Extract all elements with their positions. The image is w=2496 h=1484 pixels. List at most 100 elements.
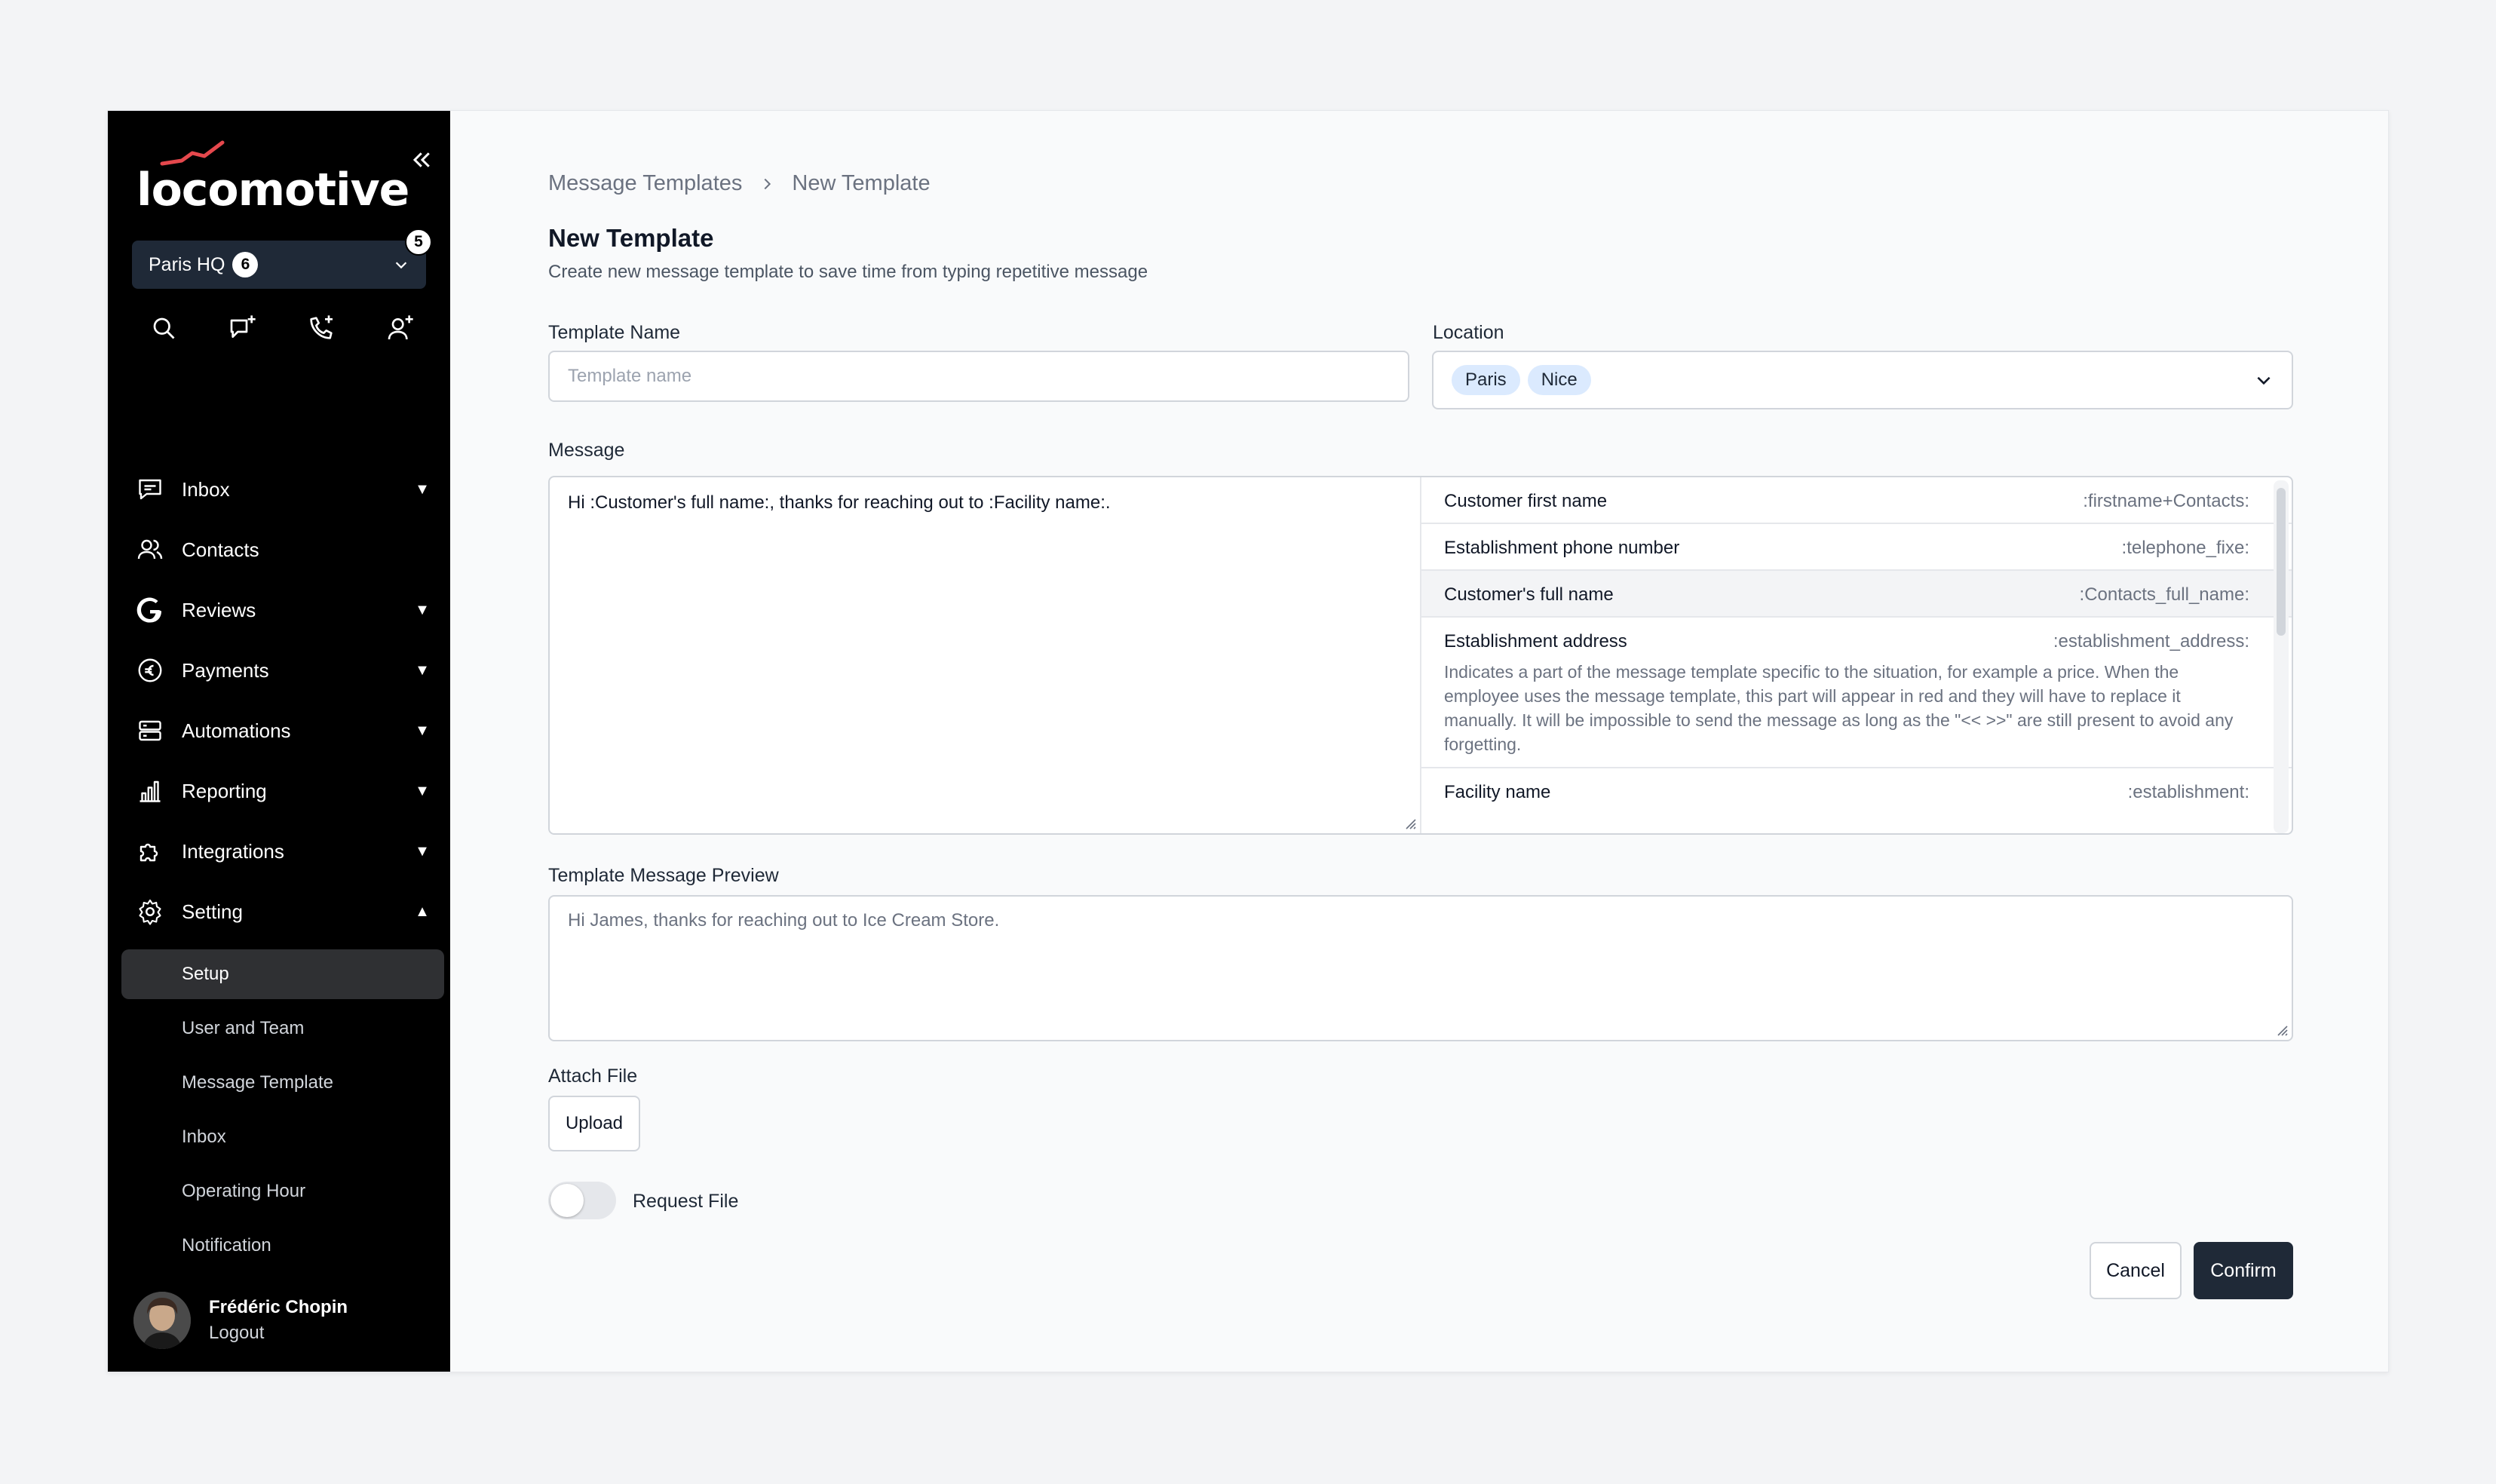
location-switcher[interactable]: Paris HQ 6: [132, 241, 426, 289]
sidebar-item-reporting[interactable]: Reporting ▼: [129, 761, 438, 821]
sidebar-item-label: Inbox: [182, 477, 230, 501]
resize-grip-icon[interactable]: [1400, 814, 1417, 830]
caret-down-icon: ▼: [415, 480, 430, 498]
quick-actions: [144, 308, 420, 348]
user-name: Frédéric Chopin: [209, 1297, 348, 1317]
page-subtitle: Create new message template to save time…: [548, 262, 1148, 282]
submenu-item-user-and-team[interactable]: User and Team: [121, 1004, 444, 1053]
setting-submenu: Setup User and Team Message Template Inb…: [121, 949, 444, 1275]
gear-icon: [135, 897, 165, 927]
avatar[interactable]: [133, 1292, 191, 1349]
message-label: Message: [548, 440, 625, 461]
caret-down-icon: ▼: [415, 601, 430, 618]
location-count-badge: 6: [232, 252, 259, 277]
sidebar-item-contacts[interactable]: Contacts: [129, 520, 438, 580]
locomotive-logo: locomotive: [136, 136, 409, 219]
variable-option[interactable]: Customer first name:firstname+Contacts:: [1421, 477, 2292, 524]
sidebar-item-label: Payments: [182, 658, 269, 682]
puzzle-icon: [135, 836, 165, 866]
sidebar-item-label: Setting: [182, 900, 243, 923]
template-name-label: Template Name: [548, 322, 681, 343]
contacts-icon: [135, 535, 165, 565]
chart-icon: [135, 776, 165, 806]
logo-text: locomotive: [136, 164, 409, 216]
location-chip-nice[interactable]: Nice: [1527, 365, 1591, 395]
template-name-input[interactable]: [548, 351, 1409, 402]
caret-down-icon: ▼: [415, 661, 430, 679]
request-file-label: Request File: [633, 1191, 739, 1212]
sidebar-item-automations[interactable]: Automations ▼: [129, 701, 438, 761]
location-select[interactable]: Paris Nice: [1432, 351, 2293, 409]
variable-option[interactable]: Establishment address:establishment_addr…: [1421, 618, 2292, 768]
variable-option[interactable]: Customer's full name:Contacts_full_name:: [1421, 571, 2292, 618]
preview-label: Template Message Preview: [548, 865, 779, 886]
upload-button[interactable]: Upload: [548, 1096, 640, 1151]
caret-down-icon: ▼: [415, 842, 430, 860]
new-message-button[interactable]: [223, 308, 262, 348]
breadcrumb: Message Templates New Template: [548, 171, 931, 196]
breadcrumb-link-message-templates[interactable]: Message Templates: [548, 171, 742, 196]
user-profile: Frédéric Chopin Logout: [133, 1292, 348, 1349]
chevron-right-icon: [764, 178, 771, 189]
request-file-toggle[interactable]: [548, 1182, 616, 1219]
sidebar-item-label: Reviews: [182, 598, 256, 621]
page-title: New Template: [548, 224, 714, 252]
collapse-sidebar-button[interactable]: [403, 141, 441, 179]
submenu-item-message-template[interactable]: Message Template: [121, 1058, 444, 1108]
submenu-item-setup[interactable]: Setup: [121, 949, 444, 999]
location-chip-paris[interactable]: Paris: [1452, 365, 1520, 395]
logout-link[interactable]: Logout: [209, 1323, 348, 1344]
message-editor: Hi :Customer's full name:, thanks for re…: [548, 476, 2293, 835]
variable-list: Customer first name:firstname+Contacts: …: [1421, 477, 2292, 833]
scrollbar-thumb[interactable]: [2277, 488, 2286, 636]
location-label: Location: [1433, 322, 1504, 343]
sidebar-item-label: Integrations: [182, 839, 284, 863]
confirm-button[interactable]: Confirm: [2194, 1242, 2293, 1299]
sidebar-item-setting[interactable]: Setting ▲: [129, 882, 438, 942]
new-call-icon: [310, 315, 333, 339]
chat-icon: [135, 474, 165, 504]
google-icon: [135, 595, 165, 625]
caret-down-icon: ▼: [415, 782, 430, 799]
sidebar-item-label: Automations: [182, 719, 291, 742]
submenu-item-operating-hour[interactable]: Operating Hour: [121, 1167, 444, 1216]
toggle-knob: [550, 1184, 584, 1217]
variable-description: Indicates a part of the message template…: [1444, 662, 2234, 754]
message-text: Hi :Customer's full name:, thanks for re…: [568, 492, 1111, 513]
app-window: locomotive Paris HQ 6 5 Inbox ▼ Contacts…: [107, 110, 2389, 1372]
sidebar-item-integrations[interactable]: Integrations ▼: [129, 821, 438, 882]
location-name: Paris HQ: [149, 253, 225, 275]
breadcrumb-current: New Template: [792, 171, 931, 195]
automation-icon: [135, 716, 165, 746]
submenu-item-notification[interactable]: Notification: [121, 1221, 444, 1271]
sidebar-item-inbox[interactable]: Inbox ▼: [129, 459, 438, 520]
variable-option[interactable]: Establishment phone number:telephone_fix…: [1421, 524, 2292, 571]
new-call-button[interactable]: [302, 308, 341, 348]
add-contact-icon: [388, 315, 413, 340]
caret-up-icon: ▲: [415, 903, 430, 920]
sidebar: locomotive Paris HQ 6 5 Inbox ▼ Contacts…: [108, 111, 450, 1372]
search-icon: [153, 317, 175, 339]
chevron-down-icon: [395, 262, 407, 269]
new-message-icon: [230, 315, 256, 338]
double-chevron-left-icon: [412, 152, 430, 167]
template-preview: Hi James, thanks for reaching out to Ice…: [548, 895, 2293, 1041]
cancel-button[interactable]: Cancel: [2090, 1242, 2182, 1299]
main-content: Message Templates New Template New Templ…: [450, 111, 2388, 1372]
submenu-item-inbox[interactable]: Inbox: [121, 1112, 444, 1162]
notification-badge: 5: [405, 228, 432, 256]
euro-icon: [135, 655, 165, 685]
search-button[interactable]: [144, 308, 183, 348]
caret-down-icon: ▼: [415, 722, 430, 739]
sidebar-item-label: Contacts: [182, 538, 259, 561]
add-contact-button[interactable]: [381, 308, 420, 348]
attach-file-label: Attach File: [548, 1065, 638, 1087]
sidebar-item-label: Reporting: [182, 779, 267, 802]
sidebar-item-reviews[interactable]: Reviews ▼: [129, 580, 438, 640]
variable-option[interactable]: Facility name:establishment:: [1421, 768, 2292, 814]
chevron-down-icon: [2257, 376, 2271, 385]
sidebar-item-payments[interactable]: Payments ▼: [129, 640, 438, 701]
message-textarea[interactable]: Hi :Customer's full name:, thanks for re…: [550, 477, 1421, 833]
resize-grip-icon[interactable]: [2272, 1020, 2289, 1037]
preview-text: Hi James, thanks for reaching out to Ice…: [568, 910, 1000, 931]
